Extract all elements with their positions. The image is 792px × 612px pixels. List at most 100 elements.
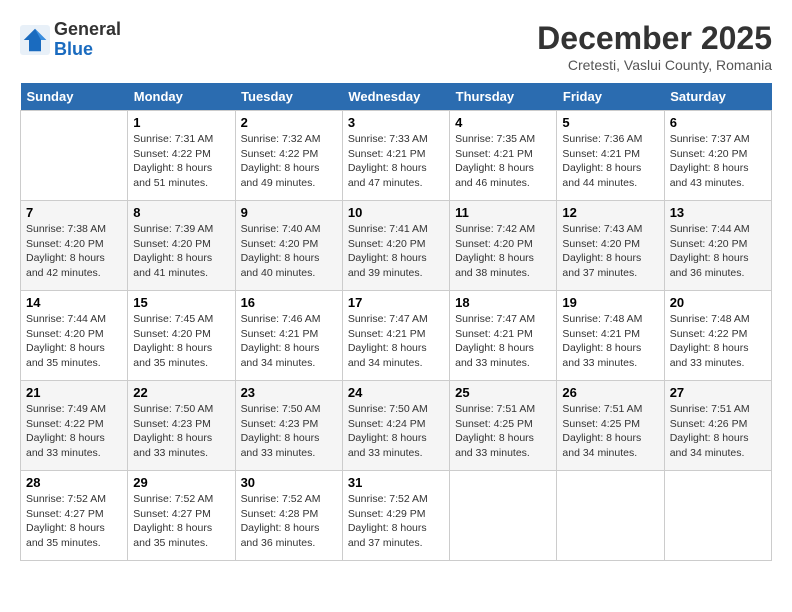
day-info: Sunrise: 7:31 AMSunset: 4:22 PMDaylight:…	[133, 132, 229, 191]
day-number: 21	[26, 385, 122, 400]
calendar-week-row: 21 Sunrise: 7:49 AMSunset: 4:22 PMDayligh…	[21, 381, 772, 471]
day-info: Sunrise: 7:48 AMSunset: 4:21 PMDaylight:…	[562, 312, 658, 371]
day-info: Sunrise: 7:41 AMSunset: 4:20 PMDaylight:…	[348, 222, 444, 281]
day-info: Sunrise: 7:50 AMSunset: 4:24 PMDaylight:…	[348, 402, 444, 461]
calendar-cell: 18 Sunrise: 7:47 AMSunset: 4:21 PMDayligh…	[450, 291, 557, 381]
day-number: 18	[455, 295, 551, 310]
calendar-cell: 24Sunrise: 7:50 AMSunset: 4:24 PMDayligh…	[342, 381, 449, 471]
location: Cretesti, Vaslui County, Romania	[537, 57, 772, 73]
day-number: 20	[670, 295, 766, 310]
calendar-cell: 10Sunrise: 7:41 AMSunset: 4:20 PMDayligh…	[342, 201, 449, 291]
day-info: Sunrise: 7:50 AMSunset: 4:23 PMDaylight:…	[133, 402, 229, 461]
day-info: Sunrise: 7:36 AMSunset: 4:21 PMDaylight:…	[562, 132, 658, 191]
day-info: Sunrise: 7:32 AMSunset: 4:22 PMDaylight:…	[241, 132, 337, 191]
calendar-day-header: Monday	[128, 83, 235, 111]
day-number: 23	[241, 385, 337, 400]
day-info: Sunrise: 7:45 AMSunset: 4:20 PMDaylight:…	[133, 312, 229, 371]
calendar-cell: 6 Sunrise: 7:37 AMSunset: 4:20 PMDaylight…	[664, 111, 771, 201]
calendar-cell	[21, 111, 128, 201]
day-number: 13	[670, 205, 766, 220]
day-number: 31	[348, 475, 444, 490]
day-number: 11	[455, 205, 551, 220]
calendar-week-row: 14 Sunrise: 7:44 AMSunset: 4:20 PMDayligh…	[21, 291, 772, 381]
calendar-cell: 13 Sunrise: 7:44 AMSunset: 4:20 PMDayligh…	[664, 201, 771, 291]
day-number: 27	[670, 385, 766, 400]
day-number: 6	[670, 115, 766, 130]
calendar-cell: 1 Sunrise: 7:31 AMSunset: 4:22 PMDaylight…	[128, 111, 235, 201]
calendar-cell: 8 Sunrise: 7:39 AMSunset: 4:20 PMDaylight…	[128, 201, 235, 291]
day-info: Sunrise: 7:50 AMSunset: 4:23 PMDaylight:…	[241, 402, 337, 461]
calendar-cell: 21 Sunrise: 7:49 AMSunset: 4:22 PMDayligh…	[21, 381, 128, 471]
calendar-week-row: 1 Sunrise: 7:31 AMSunset: 4:22 PMDaylight…	[21, 111, 772, 201]
calendar-cell: 29Sunrise: 7:52 AMSunset: 4:27 PMDayligh…	[128, 471, 235, 561]
day-number: 8	[133, 205, 229, 220]
calendar-day-header: Wednesday	[342, 83, 449, 111]
month-title: December 2025	[537, 20, 772, 57]
calendar-cell: 11Sunrise: 7:42 AMSunset: 4:20 PMDayligh…	[450, 201, 557, 291]
day-number: 30	[241, 475, 337, 490]
calendar-cell: 7Sunrise: 7:38 AMSunset: 4:20 PMDaylight…	[21, 201, 128, 291]
day-number: 14	[26, 295, 122, 310]
calendar-cell: 17 Sunrise: 7:47 AMSunset: 4:21 PMDayligh…	[342, 291, 449, 381]
day-info: Sunrise: 7:38 AMSunset: 4:20 PMDaylight:…	[26, 222, 122, 281]
day-number: 5	[562, 115, 658, 130]
logo-blue: Blue	[54, 40, 121, 60]
calendar-cell	[557, 471, 664, 561]
calendar-cell: 27 Sunrise: 7:51 AMSunset: 4:26 PMDayligh…	[664, 381, 771, 471]
calendar-cell: 28 Sunrise: 7:52 AMSunset: 4:27 PMDayligh…	[21, 471, 128, 561]
calendar-cell: 5 Sunrise: 7:36 AMSunset: 4:21 PMDaylight…	[557, 111, 664, 201]
day-info: Sunrise: 7:49 AMSunset: 4:22 PMDaylight:…	[26, 402, 122, 461]
day-number: 19	[562, 295, 658, 310]
day-number: 22	[133, 385, 229, 400]
day-number: 25	[455, 385, 551, 400]
calendar-cell: 25Sunrise: 7:51 AMSunset: 4:25 PMDayligh…	[450, 381, 557, 471]
day-number: 16	[241, 295, 337, 310]
day-info: Sunrise: 7:39 AMSunset: 4:20 PMDaylight:…	[133, 222, 229, 281]
calendar-day-header: Saturday	[664, 83, 771, 111]
calendar-cell: 4 Sunrise: 7:35 AMSunset: 4:21 PMDaylight…	[450, 111, 557, 201]
calendar-cell: 31 Sunrise: 7:52 AMSunset: 4:29 PMDayligh…	[342, 471, 449, 561]
day-info: Sunrise: 7:46 AMSunset: 4:21 PMDaylight:…	[241, 312, 337, 371]
day-number: 4	[455, 115, 551, 130]
calendar-day-header: Sunday	[21, 83, 128, 111]
calendar-cell: 2Sunrise: 7:32 AMSunset: 4:22 PMDaylight…	[235, 111, 342, 201]
day-info: Sunrise: 7:37 AMSunset: 4:20 PMDaylight:…	[670, 132, 766, 191]
day-info: Sunrise: 7:52 AMSunset: 4:27 PMDaylight:…	[133, 492, 229, 551]
day-info: Sunrise: 7:44 AMSunset: 4:20 PMDaylight:…	[26, 312, 122, 371]
day-number: 28	[26, 475, 122, 490]
calendar-week-row: 7Sunrise: 7:38 AMSunset: 4:20 PMDaylight…	[21, 201, 772, 291]
day-info: Sunrise: 7:33 AMSunset: 4:21 PMDaylight:…	[348, 132, 444, 191]
day-info: Sunrise: 7:35 AMSunset: 4:21 PMDaylight:…	[455, 132, 551, 191]
title-section: December 2025 Cretesti, Vaslui County, R…	[537, 20, 772, 73]
day-info: Sunrise: 7:48 AMSunset: 4:22 PMDaylight:…	[670, 312, 766, 371]
day-info: Sunrise: 7:47 AMSunset: 4:21 PMDaylight:…	[455, 312, 551, 371]
calendar-cell: 19 Sunrise: 7:48 AMSunset: 4:21 PMDayligh…	[557, 291, 664, 381]
logo-text: General Blue	[54, 20, 121, 60]
day-number: 1	[133, 115, 229, 130]
calendar-cell	[450, 471, 557, 561]
day-info: Sunrise: 7:51 AMSunset: 4:25 PMDaylight:…	[562, 402, 658, 461]
day-info: Sunrise: 7:52 AMSunset: 4:28 PMDaylight:…	[241, 492, 337, 551]
calendar-cell: 12Sunrise: 7:43 AMSunset: 4:20 PMDayligh…	[557, 201, 664, 291]
calendar-cell	[664, 471, 771, 561]
day-info: Sunrise: 7:44 AMSunset: 4:20 PMDaylight:…	[670, 222, 766, 281]
calendar-cell: 23 Sunrise: 7:50 AMSunset: 4:23 PMDayligh…	[235, 381, 342, 471]
calendar-day-header: Friday	[557, 83, 664, 111]
day-info: Sunrise: 7:40 AMSunset: 4:20 PMDaylight:…	[241, 222, 337, 281]
calendar-cell: 22 Sunrise: 7:50 AMSunset: 4:23 PMDayligh…	[128, 381, 235, 471]
day-info: Sunrise: 7:52 AMSunset: 4:29 PMDaylight:…	[348, 492, 444, 551]
day-info: Sunrise: 7:52 AMSunset: 4:27 PMDaylight:…	[26, 492, 122, 551]
calendar-cell: 16 Sunrise: 7:46 AMSunset: 4:21 PMDayligh…	[235, 291, 342, 381]
calendar-table: SundayMondayTuesdayWednesdayThursdayFrid…	[20, 83, 772, 561]
day-number: 17	[348, 295, 444, 310]
day-info: Sunrise: 7:47 AMSunset: 4:21 PMDaylight:…	[348, 312, 444, 371]
day-info: Sunrise: 7:51 AMSunset: 4:26 PMDaylight:…	[670, 402, 766, 461]
day-number: 12	[562, 205, 658, 220]
logo: General Blue	[20, 20, 121, 60]
calendar-cell: 9Sunrise: 7:40 AMSunset: 4:20 PMDaylight…	[235, 201, 342, 291]
day-number: 15	[133, 295, 229, 310]
calendar-week-row: 28 Sunrise: 7:52 AMSunset: 4:27 PMDayligh…	[21, 471, 772, 561]
logo-general: General	[54, 20, 121, 40]
logo-icon	[20, 25, 50, 55]
calendar-header-row: SundayMondayTuesdayWednesdayThursdayFrid…	[21, 83, 772, 111]
